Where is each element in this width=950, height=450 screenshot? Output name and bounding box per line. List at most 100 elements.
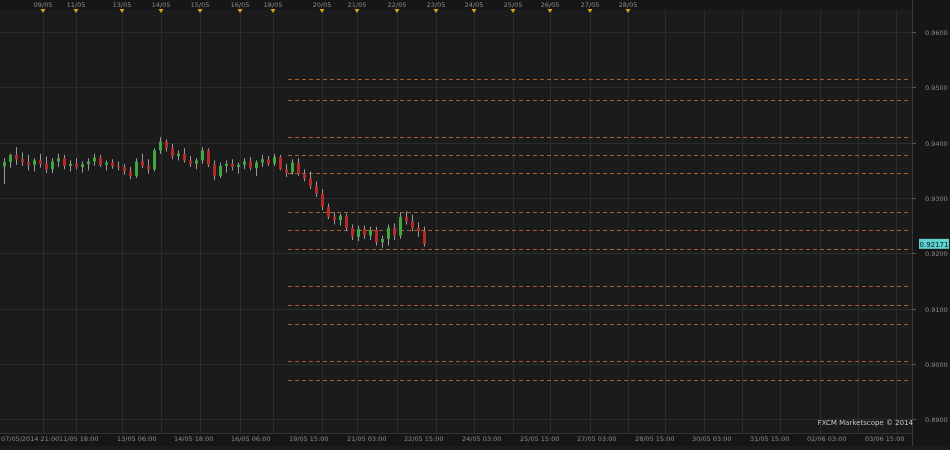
top-date-label: 27/05 — [581, 1, 600, 9]
candle-body — [411, 221, 414, 228]
current-price-tag: 0.92171 — [919, 238, 949, 249]
chart-canvas[interactable]: 09/05 11/05 13/05 14/05 15/05 16/05 18/05 20/05… — [0, 0, 950, 446]
candle-body — [375, 230, 378, 243]
candle-body — [9, 154, 12, 163]
bottom-time-label: 13/05 06:00 — [117, 435, 157, 443]
top-date-label: 20/05 — [313, 1, 332, 9]
candle-body — [213, 164, 216, 176]
price-axis[interactable]: 0.9600 0.9500 0.9400 0.9300 0.9200 0.9100 0.90… — [912, 0, 950, 446]
current-price-value: 0.92171 — [920, 241, 949, 249]
candle-body — [99, 157, 102, 165]
top-date-label: 16/05 — [231, 1, 250, 9]
candle-body — [195, 160, 198, 164]
price-tick-label: 0.9000 — [925, 361, 948, 369]
bottom-time-label: 07/05/2014 21:00 — [1, 435, 59, 443]
price-axis-panel — [912, 0, 950, 446]
candle-body — [33, 160, 36, 165]
forex-chart[interactable]: 09/05 11/05 13/05 14/05 15/05 16/05 18/05 20/05… — [0, 0, 950, 446]
candle-body — [363, 228, 366, 236]
bottom-time-label: 21/05 03:00 — [347, 435, 387, 443]
bottom-time-label: 19/05 15:00 — [289, 435, 329, 443]
candle[interactable] — [207, 148, 210, 168]
top-date-label: 23/05 — [427, 1, 446, 9]
candle[interactable] — [153, 148, 156, 172]
bottom-time-label: 27/05 03:00 — [577, 435, 617, 443]
bottom-time-label: 14/05 18:00 — [174, 435, 214, 443]
top-date-label: 13/05 — [113, 1, 132, 9]
candle-body — [339, 215, 342, 221]
bottom-time-label: 25/05 15:00 — [520, 435, 560, 443]
candle-body — [261, 159, 264, 163]
candle-body — [225, 163, 228, 166]
candle-body — [159, 141, 162, 151]
candle-body — [273, 157, 276, 164]
top-date-label: 25/05 — [504, 1, 523, 9]
candle-body — [63, 158, 66, 166]
candle-body — [399, 216, 402, 236]
candle-body — [93, 157, 96, 162]
candle-body — [45, 163, 48, 170]
candle-body — [141, 161, 144, 166]
candle-body — [207, 150, 210, 165]
candle[interactable] — [279, 154, 282, 171]
candle-body — [249, 161, 252, 169]
candle-body — [357, 228, 360, 237]
candle-body — [39, 160, 42, 164]
top-date-label: 26/05 — [541, 1, 560, 9]
candle-body — [117, 165, 120, 168]
candle-body — [345, 215, 348, 228]
candle-body — [27, 162, 30, 165]
candle-body — [267, 159, 270, 164]
candle-body — [153, 150, 156, 170]
candle-body — [423, 231, 426, 244]
candle-body — [177, 153, 180, 156]
candle-body — [231, 163, 234, 168]
candle-body — [183, 153, 186, 161]
candle-body — [135, 161, 138, 176]
candle-body — [309, 178, 312, 186]
candle-body — [297, 162, 300, 174]
candle-body — [315, 185, 318, 194]
candle-body — [3, 162, 6, 167]
price-tick-label: 0.9200 — [925, 250, 948, 258]
candle-body — [393, 227, 396, 236]
bottom-time-axis: 07/05/2014 21:00 11/05 18:00 13/05 06:00 14… — [0, 433, 912, 446]
candle-body — [21, 159, 24, 163]
candle-body — [387, 227, 390, 239]
price-tick-label: 0.9500 — [925, 84, 948, 92]
candle-body — [171, 148, 174, 156]
top-date-label: 09/05 — [34, 1, 53, 9]
candle-body — [381, 238, 384, 243]
bottom-time-label: 22/05 15:00 — [404, 435, 444, 443]
price-tick-label: 0.9100 — [925, 306, 948, 314]
candle-body — [15, 154, 18, 160]
top-date-label: 15/05 — [191, 1, 210, 9]
candle-body — [69, 163, 72, 166]
bottom-time-label: 11/05 18:00 — [59, 435, 99, 443]
candle-body — [417, 227, 420, 232]
price-tick-label: 0.9400 — [925, 140, 948, 148]
bottom-time-label: 03/06 15:00 — [865, 435, 905, 443]
candle-body — [243, 161, 246, 165]
candle-body — [87, 161, 90, 165]
candle-body — [201, 150, 204, 161]
candle-body — [75, 163, 78, 168]
bottom-time-label: 16/05 06:00 — [231, 435, 271, 443]
price-tick-label: 0.9600 — [925, 29, 948, 37]
top-date-label: 21/05 — [348, 1, 367, 9]
candle-body — [123, 167, 126, 172]
top-date-label: 18/05 — [264, 1, 283, 9]
candle-body — [111, 162, 114, 166]
candle-body — [255, 162, 258, 169]
candle-body — [237, 164, 240, 168]
price-tick-label: 0.8900 — [925, 416, 948, 424]
bottom-time-label: 24/05 03:00 — [462, 435, 502, 443]
top-date-label: 22/05 — [388, 1, 407, 9]
top-date-label: 11/05 — [67, 1, 86, 9]
top-date-label: 28/05 — [619, 1, 638, 9]
price-tick-label: 0.9300 — [925, 195, 948, 203]
bottom-time-label: 02/06 03:00 — [807, 435, 847, 443]
candle-body — [105, 162, 108, 165]
candle-body — [369, 230, 372, 236]
candle-body — [57, 158, 60, 162]
